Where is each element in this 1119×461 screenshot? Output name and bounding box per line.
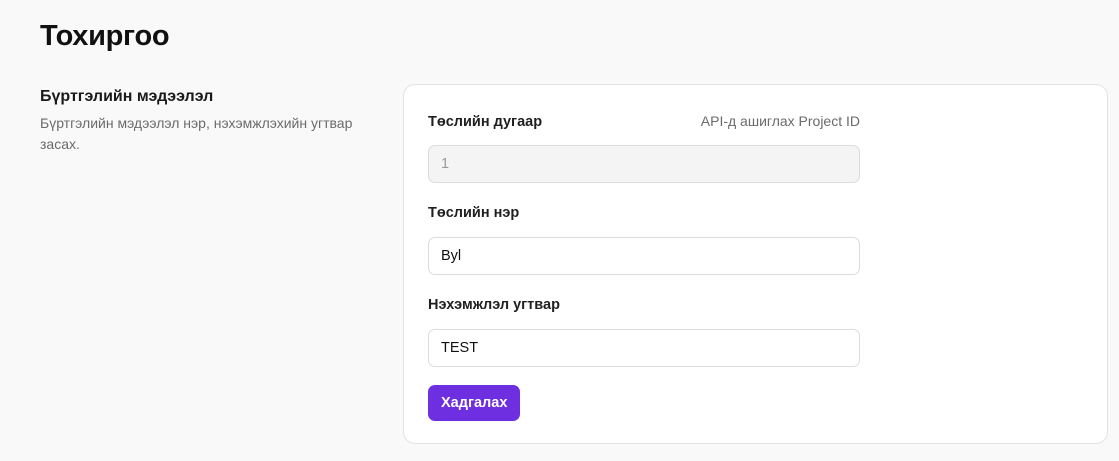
invoice-prefix-input[interactable] [428, 329, 860, 367]
section-info: Бүртгэлийн мэдээлэл Бүртгэлийн мэдээлэл … [40, 86, 390, 155]
project-name-label-row: Төслийн нэр [428, 203, 860, 223]
section-description: Бүртгэлийн мэдээлэл нэр, нэхэмжлэхийн уг… [40, 115, 353, 152]
invoice-prefix-field: Нэхэмжлэл угтвар [428, 295, 860, 367]
project-name-field: Төслийн нэр [428, 203, 860, 275]
settings-form-card: Төслийн дугаар API-д ашиглах Project ID … [403, 84, 1108, 444]
invoice-prefix-label-row: Нэхэмжлэл угтвар [428, 295, 860, 315]
project-name-input[interactable] [428, 237, 860, 275]
project-number-input [428, 145, 860, 183]
section-title: Бүртгэлийн мэдээлэл [40, 88, 214, 105]
project-number-label-row: Төслийн дугаар API-д ашиглах Project ID [428, 111, 860, 131]
project-number-field: Төслийн дугаар API-д ашиглах Project ID [428, 111, 860, 183]
invoice-prefix-label: Нэхэмжлэл угтвар [428, 297, 560, 313]
project-number-hint: API-д ашиглах Project ID [700, 113, 860, 129]
page-title: Тохиргоо [40, 20, 170, 52]
save-button[interactable]: Хадгалах [428, 385, 521, 421]
project-name-label: Төслийн нэр [428, 205, 520, 221]
project-number-label: Төслийн дугаар [428, 114, 543, 130]
